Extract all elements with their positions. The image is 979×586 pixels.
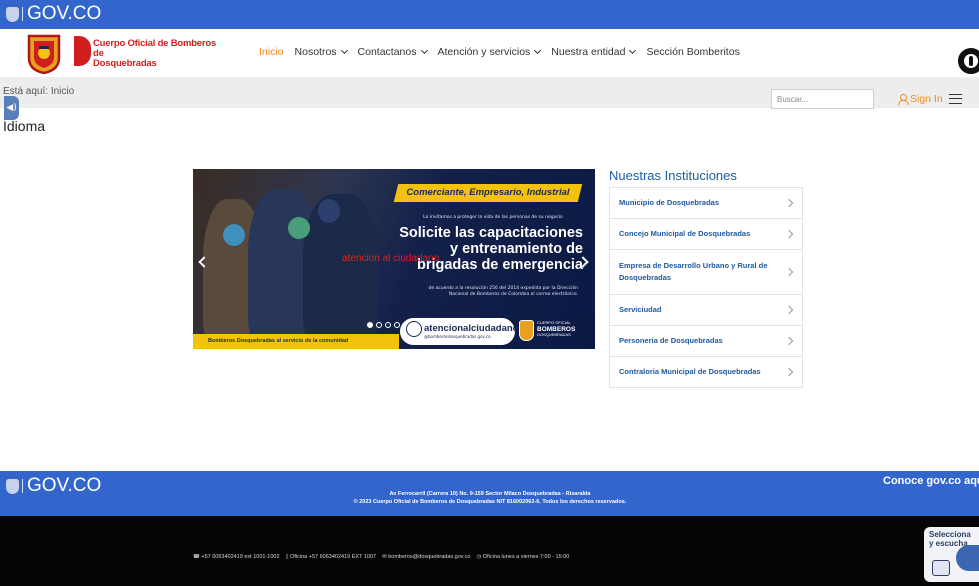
language-selector[interactable]: Idioma — [3, 118, 45, 134]
institution-link[interactable]: Contraloria Municipal de Dosquebradas — [610, 357, 802, 387]
breadcrumb-current[interactable]: Inicio — [51, 86, 74, 97]
brand-d-mark — [74, 36, 91, 66]
institution-link[interactable]: Personeria de Dosquebradas — [610, 326, 802, 357]
footer-address-line1: Av Ferrocarril (Carrera 10) No. 9-159 Se… — [389, 491, 591, 497]
office-phone-text: Oficina +57 6063402419 EXT 1007 — [290, 554, 377, 560]
nav-item-label: Sección Bomberitos — [646, 46, 740, 58]
footer-contact-bar — [0, 516, 979, 586]
institutions-title: Nuestras Instituciones — [609, 168, 737, 183]
phone-contact[interactable]: ☎ +57 6063402419 ext 1001-1002 — [193, 554, 280, 560]
banner-headline-line1: Solicite las capacitaciones — [399, 225, 583, 241]
brand-name[interactable]: Cuerpo Oficial de Bomberos de Dosquebrad… — [93, 39, 223, 69]
search-input[interactable] — [771, 89, 874, 109]
nav-item-nosotros[interactable]: Nosotros — [294, 46, 348, 58]
nav-item-nuestra-entidad[interactable]: Nuestra entidad — [551, 46, 637, 58]
footer-gov-co-logo[interactable]: GOV.CO — [6, 475, 101, 497]
gov-separator — [22, 7, 23, 21]
brand-name-line1: Cuerpo Oficial de Bomberos de — [93, 38, 217, 59]
gov-top-bar: GOV.CO — [0, 0, 979, 29]
user-icon — [898, 94, 909, 105]
hamburger-menu-icon[interactable] — [949, 94, 962, 104]
banner-badge-line3: DOSQUEBRADAS — [537, 331, 571, 337]
gov-co-logo[interactable]: GOV.CO — [6, 3, 101, 25]
email-pill-main: atencionalciudadano — [424, 323, 519, 334]
speaker-icon[interactable] — [956, 545, 979, 571]
banner-note-line2: Nacional de Bomberos de Colombia al corr… — [448, 292, 578, 297]
chevron-down-icon — [629, 46, 637, 55]
carousel-dot[interactable] — [376, 322, 382, 328]
carousel-dot[interactable] — [385, 322, 391, 328]
nav-item-label: Nuestra entidad — [551, 46, 626, 58]
hours-contact: ◷ Oficina lunes a viernes 7:00 - 15:00 — [476, 554, 569, 560]
institution-link[interactable]: Serviciudad — [610, 295, 802, 326]
brand-name-line2: Dosquebradas — [93, 58, 157, 69]
gas-mask-icon — [223, 224, 245, 246]
nav-item-label: Atención y servicios — [437, 46, 531, 58]
accessibility-icon[interactable] — [958, 48, 979, 74]
institution-link[interactable]: Concejo Municipal de Dosquebradas — [610, 219, 802, 250]
banner-bottom-strip: Bomberos Dosquebradas al servicio de la … — [193, 334, 399, 349]
chevron-down-icon — [534, 46, 542, 55]
nav-item-label: Contactanos — [357, 46, 417, 58]
chevron-down-icon — [340, 46, 348, 55]
email-pill-domain: @bomberosdosquebradas.gov.co — [424, 334, 491, 339]
nav-item-bomberitos[interactable]: Sección Bomberitos — [646, 46, 739, 58]
email-text: bomberos@dosquebradas.gov.co — [388, 554, 471, 560]
gov-shield-icon — [6, 478, 19, 494]
footer-gov-co-logo-text: GOV.CO — [27, 475, 102, 496]
footer-address-line2: © 2023 Cuerpo Oficial de Bomberos de Dos… — [353, 499, 627, 505]
bomberos-crest-icon[interactable] — [27, 34, 61, 74]
gas-mask-icon — [288, 217, 310, 239]
banner-tag-text: Comerciante, Empresario, Industrial — [406, 187, 570, 198]
institutions-list: Municipio de Dosquebradas Concejo Munici… — [609, 187, 803, 388]
main-nav: Inicio Nosotros Contactanos Atención y s… — [259, 46, 740, 58]
institution-link[interactable]: Municipio de Dosquebradas — [610, 188, 802, 219]
gov-co-logo-text: GOV.CO — [27, 3, 102, 24]
atencion-ciudadano-link[interactable]: atencion al ciudadano — [342, 253, 439, 264]
nav-item-atencion[interactable]: Atención y servicios — [437, 46, 542, 58]
sign-in-button[interactable]: Sign In — [898, 93, 943, 105]
gov-shield-icon — [6, 6, 19, 22]
conoce-gov-co-link[interactable]: Conoce gov.co aquí — [883, 475, 979, 487]
phone-text: +57 6063402419 ext 1001-1002 — [201, 554, 280, 560]
email-contact[interactable]: ✉ bomberos@dosquebradas.gov.co — [382, 554, 470, 560]
hand-pointer-icon — [932, 560, 950, 576]
nav-item-label: Nosotros — [294, 46, 337, 58]
gov-separator — [22, 479, 23, 493]
banner-tag: Comerciante, Empresario, Industrial — [393, 184, 583, 202]
hours-text: Oficina lunes a viernes 7:00 - 15:00 — [482, 554, 570, 560]
office-phone-contact[interactable]: ▯ Oficina +57 6063402419 EXT 1007 — [286, 554, 377, 560]
listen-line1: Selecciona — [929, 530, 971, 539]
nav-item-inicio[interactable]: Inicio — [259, 46, 284, 58]
nav-item-label: Inicio — [259, 46, 284, 58]
speaker-icon[interactable]: ◀) — [4, 96, 19, 120]
banner-intro: Lo invitamos a proteger la vida de las p… — [423, 215, 563, 220]
chevron-down-icon — [420, 46, 428, 55]
banner-note: de acuerdo a la resolución 256 del 2014 … — [403, 286, 578, 298]
footer-address: Av Ferrocarril (Carrera 10) No. 9-159 Se… — [290, 490, 690, 506]
carousel-indicators — [367, 322, 400, 328]
carousel-dot[interactable] — [367, 322, 373, 328]
email-icon — [406, 321, 422, 337]
site-header: Cuerpo Oficial de Bomberos de Dosquebrad… — [0, 29, 979, 77]
nav-item-contactanos[interactable]: Contactanos — [357, 46, 428, 58]
banner-badge-line1: CUERPO OFICIAL — [537, 320, 571, 325]
banner-headline: Solicite las capacitaciones y entrenamie… — [368, 225, 583, 273]
institution-link[interactable]: Empresa de Desarrollo Urbano y Rural de … — [610, 250, 802, 295]
footer-contact-line: ☎ +57 6063402419 ext 1001-1002 ▯ Oficina… — [193, 554, 569, 560]
gas-mask-icon — [318, 199, 340, 223]
sign-in-label: Sign In — [910, 93, 943, 105]
carousel-dot[interactable] — [394, 322, 400, 328]
banner-badge: CUERPO OFICIAL BOMBEROS DOSQUEBRADAS — [537, 320, 579, 337]
mini-crest-icon — [519, 320, 534, 341]
